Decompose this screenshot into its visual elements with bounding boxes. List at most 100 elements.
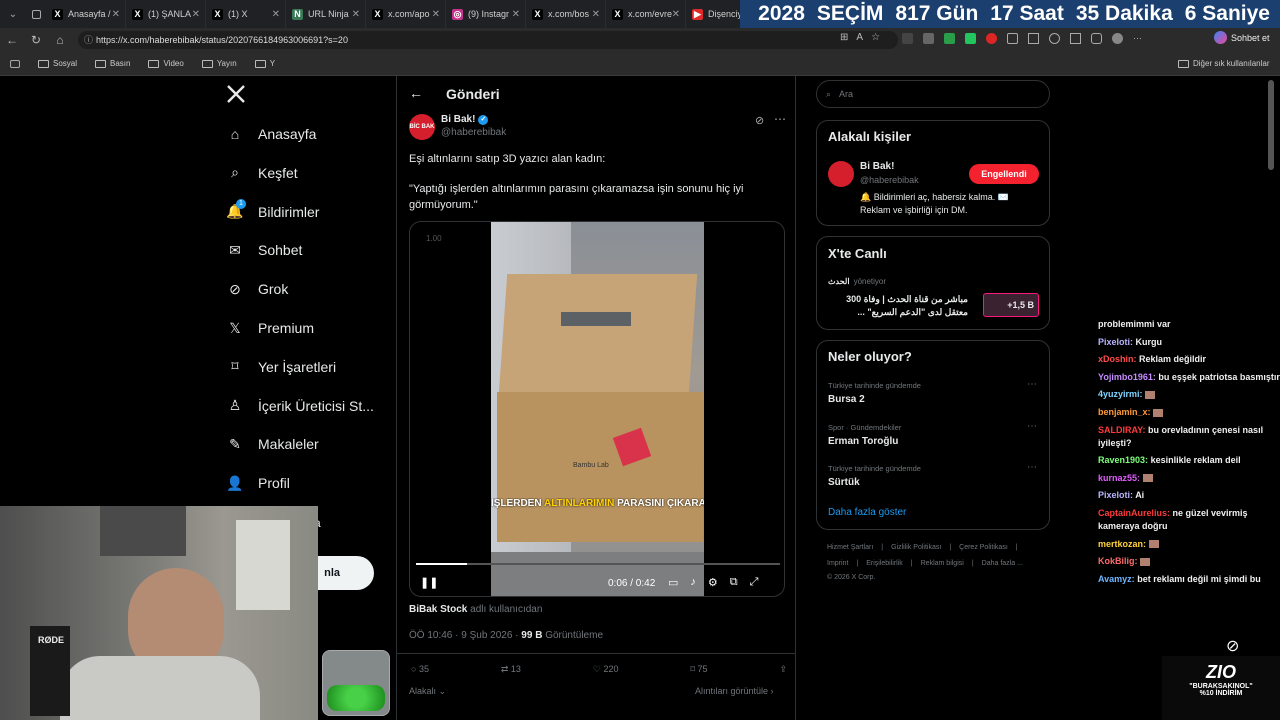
chat-username[interactable]: Pixeloti: xyxy=(1098,490,1133,500)
home-browser-icon[interactable]: ⌂ xyxy=(48,33,72,47)
video-player[interactable]: 1.00 Bambu Lab İŞLERDEN ALTINLARIMIN PAR… xyxy=(409,221,785,597)
close-tab-icon[interactable]: ✕ xyxy=(272,9,280,20)
trend-more-icon[interactable]: ⋯ xyxy=(1027,421,1037,432)
related-name[interactable]: Bi Bak! xyxy=(860,161,894,172)
post-more-icon[interactable]: ⋯ xyxy=(774,112,786,126)
bookmark-folder-basin[interactable]: Basın xyxy=(95,59,130,68)
profile-avatar[interactable] xyxy=(1112,33,1123,44)
extension-icon[interactable] xyxy=(944,33,955,44)
related-dropdown[interactable]: Alakalı ⌄ xyxy=(409,686,446,697)
nav-item-3[interactable]: ✉ Sohbet xyxy=(226,241,302,259)
close-tab-icon[interactable]: ✕ xyxy=(672,9,680,20)
bookmark-button[interactable]: ⌑ 75 xyxy=(690,664,707,675)
close-tab-icon[interactable]: ✕ xyxy=(112,9,120,20)
favorite-star-icon[interactable]: ☆ xyxy=(871,32,880,43)
more-menu-icon[interactable]: ⋯ xyxy=(1133,33,1144,44)
view-quotes-link[interactable]: Alıntıları görüntüle › xyxy=(695,686,774,696)
tagged-user-row[interactable]: BiBak Stock adlı kullanıcıdan xyxy=(409,604,542,615)
nav-item-5[interactable]: 𝕏 Premium xyxy=(226,319,314,337)
nav-item-7[interactable]: ♙ İçerik Üreticisi St... xyxy=(226,397,374,415)
extensions-puzzle-icon[interactable] xyxy=(1007,33,1018,44)
browser-tab[interactable]: Xx.com/bos ✕ xyxy=(526,0,606,28)
video-progress-track[interactable] xyxy=(416,563,780,565)
read-aloud-icon[interactable]: A xyxy=(856,32,863,43)
fullscreen-icon[interactable]: ⤢ xyxy=(750,576,759,589)
chat-username[interactable]: xDoshin: xyxy=(1098,354,1137,364)
grok-explain-icon[interactable]: ⊘ xyxy=(755,114,764,127)
trend-more-icon[interactable]: ⋯ xyxy=(1027,462,1037,473)
browser-tab[interactable]: Xx.com/evre ✕ xyxy=(606,0,686,28)
volume-icon[interactable]: ♪ xyxy=(690,576,696,589)
share-icon[interactable]: ⇪ xyxy=(779,664,787,675)
live-listeners[interactable]: +1,5 B xyxy=(983,293,1039,317)
close-tab-icon[interactable]: ✕ xyxy=(432,9,440,20)
chat-username[interactable]: mertkozan: xyxy=(1098,539,1146,549)
page-scrollbar[interactable] xyxy=(1268,80,1274,170)
blocked-button[interactable]: Engellendi xyxy=(969,164,1039,184)
browser-tab[interactable]: ◎ (9) Instagr ✕ xyxy=(446,0,526,28)
bookmark-folder-sosyal[interactable]: Sosyal xyxy=(38,59,77,68)
copilot-chat-button[interactable]: Sohbet et xyxy=(1214,31,1270,44)
extension-icon[interactable] xyxy=(965,33,976,44)
app-available-icon[interactable]: ⊞ xyxy=(840,32,848,43)
extension-icon[interactable] xyxy=(902,33,913,44)
trend-name[interactable]: Erman Toroğlu xyxy=(828,436,898,447)
split-screen-icon[interactable] xyxy=(1028,33,1039,44)
pip-icon[interactable]: ⧉ xyxy=(730,576,738,589)
chat-username[interactable]: benjamin_x: xyxy=(1098,407,1151,417)
author-handle[interactable]: @haberebibak xyxy=(441,127,506,138)
live-text[interactable]: مباشر من قناة الحدث | وفاة 300 معتقل لدى… xyxy=(828,293,968,319)
nav-item-0[interactable]: ⌂ Anasayfa xyxy=(226,125,317,143)
pause-icon[interactable]: ❚❚ xyxy=(420,576,438,589)
browser-essentials-icon[interactable] xyxy=(1091,33,1102,44)
nav-item-4[interactable]: ⊘ Grok xyxy=(226,280,288,298)
browser-tab[interactable]: N URL Ninja ✕ xyxy=(286,0,366,28)
bookmark-folder-y[interactable]: Y xyxy=(254,59,275,68)
other-bookmarks[interactable]: Diğer sık kullanılanlar xyxy=(1178,59,1269,68)
close-tab-icon[interactable]: ✕ xyxy=(592,9,600,20)
browser-tab[interactable]: X Anasayfa / ✕ xyxy=(46,0,126,28)
post-timestamp[interactable]: ÖÖ 10:46 · 9 Şub 2026 · xyxy=(409,630,519,641)
chat-username[interactable]: SALDIRAY: xyxy=(1098,425,1146,435)
tab-list-chevron-icon[interactable]: ⌄ xyxy=(0,0,26,28)
captions-icon[interactable]: ▭ xyxy=(668,576,678,589)
address-bar[interactable]: ⓘ https://x.com/haberebibak/status/20207… xyxy=(78,31,898,49)
chat-username[interactable]: Yojimbo1961: xyxy=(1098,372,1156,382)
close-tab-icon[interactable]: ✕ xyxy=(352,9,360,20)
author-name-row[interactable]: Bi Bak! ✓ xyxy=(441,114,489,125)
trend-name[interactable]: Sürtük xyxy=(828,477,860,488)
reload-icon[interactable]: ↻ xyxy=(24,33,48,47)
chat-username[interactable]: Pixeloti: xyxy=(1098,337,1133,347)
repost-button[interactable]: ⇄ 13 xyxy=(501,664,521,675)
tab-actions-icon[interactable] xyxy=(10,59,20,68)
nav-item-1[interactable]: ⌕ Keşfet xyxy=(226,164,298,182)
settings-gear-icon[interactable]: ⚙ xyxy=(708,576,718,589)
chat-username[interactable]: Avamyz: xyxy=(1098,574,1135,584)
trend-more-icon[interactable]: ⋯ xyxy=(1027,379,1037,390)
like-button[interactable]: ♡ 220 xyxy=(593,664,619,675)
nav-item-8[interactable]: ✎ Makaleler xyxy=(226,435,319,453)
search-input[interactable]: ⌕ Ara xyxy=(816,80,1050,108)
live-host[interactable]: الحدث yönetiyor xyxy=(828,277,886,286)
browser-tab[interactable]: X (1) ŞANLA ✕ xyxy=(126,0,206,28)
back-arrow-icon[interactable]: ← xyxy=(409,85,423,101)
chat-username[interactable]: kurnaz55: xyxy=(1098,473,1140,483)
trend-name[interactable]: Bursa 2 xyxy=(828,394,865,405)
extension-icon[interactable] xyxy=(986,33,997,44)
show-more-link[interactable]: Daha fazla göster xyxy=(828,507,906,518)
chat-username[interactable]: KokBilig: xyxy=(1098,556,1138,566)
grok-float-icon[interactable]: ⊘ xyxy=(1226,636,1248,658)
browser-tab[interactable]: X (1) X ✕ xyxy=(206,0,286,28)
bookmark-folder-yayin[interactable]: Yayın xyxy=(201,59,237,68)
collections-icon[interactable] xyxy=(1070,33,1081,44)
site-info-icon[interactable]: ⓘ xyxy=(84,31,93,49)
chat-username[interactable]: 4yuzyirmi: xyxy=(1098,389,1143,399)
browser-tab[interactable]: Xx.com/apo ✕ xyxy=(366,0,446,28)
x-logo-icon[interactable] xyxy=(226,84,246,109)
chat-username[interactable]: CaptainAurelius: xyxy=(1098,508,1170,518)
favorites-icon[interactable] xyxy=(1049,33,1060,44)
nav-item-9[interactable]: 👤 Profil xyxy=(226,474,290,492)
bookmark-folder-video[interactable]: Video xyxy=(148,59,184,68)
related-avatar[interactable] xyxy=(828,161,854,187)
back-icon[interactable]: ← xyxy=(0,33,24,47)
